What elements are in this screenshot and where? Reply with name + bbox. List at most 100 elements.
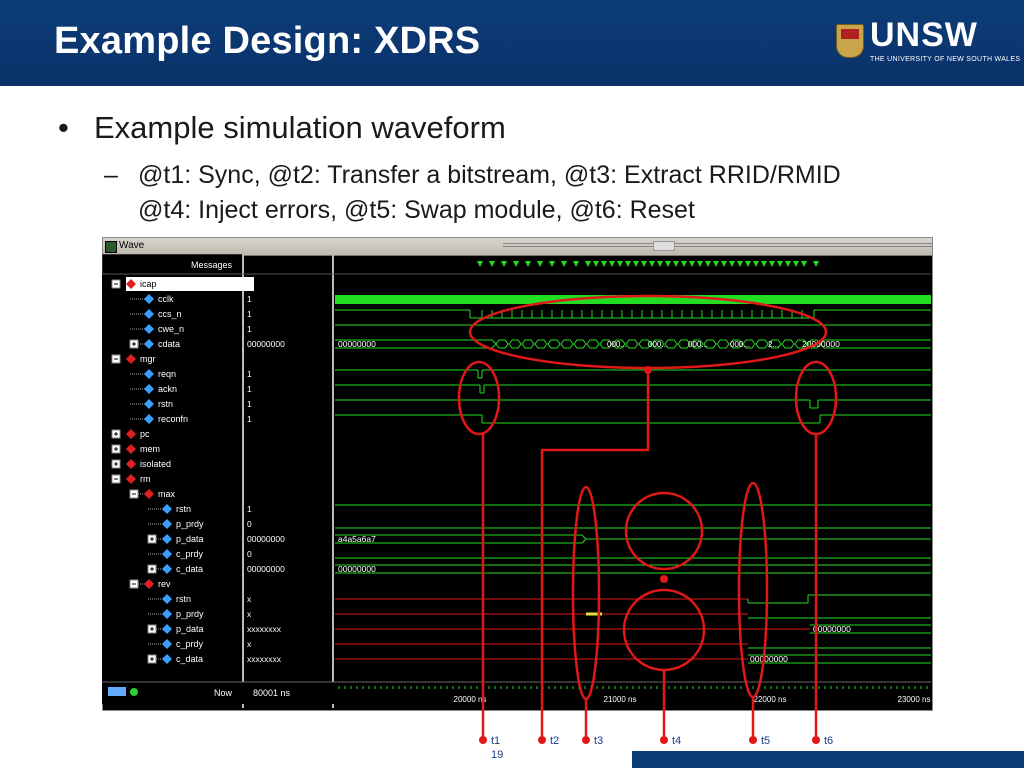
signal-value-p_prdy: 0 [247,519,252,529]
cursor-marker-15 [633,261,639,267]
max-c_data-bus [335,564,931,574]
signal-name-p_data: p_data [176,624,204,634]
marker-dot-t1 [479,736,487,744]
signal-value-c_prdy: 0 [247,549,252,559]
cdata-segment [508,339,522,349]
signal-name-c_prdy: c_prdy [176,639,204,649]
messages-label: Messages [191,260,233,270]
cursor-marker-33 [777,261,783,267]
now-value: 80001 ns [253,688,291,698]
cursor-marker-7 [561,261,567,267]
cursor-marker-35 [793,261,799,267]
cursor-marker-30 [753,261,759,267]
bullet-dash: – [104,161,118,189]
signal-name-isolated: isolated [140,459,171,469]
signal-name-pc: pc [140,429,150,439]
signal-name-ccs_n: ccs_n [158,309,182,319]
signal-value-cdata: 00000000 [247,339,285,349]
unsw-logo: UNSW THE UNIVERSITY OF NEW SOUTH WALES [836,16,1020,70]
signal-value-rstn: x [247,594,252,604]
time-tick-label: 23000 ns [898,695,931,704]
wave-window-icon [105,241,117,253]
cursor-marker-11 [601,261,607,267]
cdata-segment [560,339,574,349]
cdata-mid-label: 000... [607,340,627,349]
time-tick-label: 22000 ns [754,695,787,704]
annotation-ellipse-t5 [737,481,769,699]
signal-name-rev: rev [158,579,171,589]
waveform-canvas[interactable]: Messagesicapcclk 1ccs_n 1cwe_n 1cdata 000000… [102,254,931,768]
cdata-segment [586,339,600,349]
crest-icon [836,24,864,58]
cursor-marker-31 [761,261,767,267]
cdata-mid-label: 000... [688,340,708,349]
cursor-marker-10 [593,261,599,267]
signal-name-reconfn: reconfn [158,414,188,424]
signal-name-rstn: rstn [176,504,191,514]
cursor-marker-8 [573,261,579,267]
signal-name-rstn: rstn [176,594,191,604]
cursor-marker-23 [697,261,703,267]
marker-label-t1: t1 [491,735,500,747]
cdata-segment [573,339,587,349]
signal-value-c_prdy: x [247,639,252,649]
annotation-ellipse-t3 [571,485,601,701]
signal-name-p_prdy: p_prdy [176,519,204,529]
cursor-marker-29 [745,261,751,267]
signal-value-p_data: xxxxxxxx [247,624,282,634]
bullet-dot: • [58,110,69,145]
marker-dot-t2 [538,736,546,744]
cdata-segment [521,339,535,349]
signal-value-c_data: 00000000 [247,564,285,574]
cursor-marker-16 [641,261,647,267]
cursor-marker-26 [721,261,727,267]
titlebar-drag-handle[interactable] [653,241,675,251]
signal-value-ackn: 1 [247,384,252,394]
marker-dot-t3 [582,736,590,744]
cdata-segment [547,339,561,349]
signal-name-cwe_n: cwe_n [158,324,184,334]
signal-name-p_prdy: p_prdy [176,609,204,619]
max-c_data-label: 00000000 [338,564,376,574]
cdata-mid-label: 000... [730,340,750,349]
marker-label-t3: t3 [594,735,603,747]
cdata-segment [781,339,795,349]
time-tick-label: 20000 ns [454,695,487,704]
page-number: 19 [491,749,504,761]
cursor-marker-2 [501,261,507,267]
signal-value-rstn: 1 [247,504,252,514]
signal-name-cdata: cdata [158,339,180,349]
bullet-sub-line2: @t4: Inject errors, @t5: Swap module, @t… [138,196,695,224]
cursor-marker-3 [513,261,519,267]
cursor-marker-22 [689,261,695,267]
signal-value-cwe_n: 1 [247,324,252,334]
annotation-ellipse-cdata [468,294,828,370]
cdata-segment [716,339,730,349]
signal-value-rstn: 1 [247,399,252,409]
now-label: Now [214,688,233,698]
rev-c_data-label: 00000000 [750,654,788,664]
cursor-marker-36 [801,261,807,267]
marker-dot-t5 [749,736,757,744]
cdata-segment [755,339,769,349]
cdata-start-label: 00000000 [338,339,376,349]
cursor-marker-25 [713,261,719,267]
signal-name-max: max [158,489,176,499]
cursor-marker-19 [665,261,671,267]
cursor-marker-34 [785,261,791,267]
annotation-dot [660,575,668,583]
add-icon [130,688,138,696]
logo-subtitle: THE UNIVERSITY OF NEW SOUTH WALES [870,56,1021,63]
cursor-marker-32 [769,261,775,267]
signal-value-ccs_n: 1 [247,309,252,319]
signal-name-rm: rm [140,474,151,484]
wave-window-title: Wave [119,240,145,251]
cdata-segment [495,339,509,349]
cursor-marker-13 [617,261,623,267]
signal-value-cclk: 1 [247,294,252,304]
signal-name-rstn: rstn [158,399,173,409]
cdata-segment [625,339,639,349]
signal-name-mem: mem [140,444,160,454]
signal-value-reqn: 1 [247,369,252,379]
marker-label-t5: t5 [761,735,770,747]
